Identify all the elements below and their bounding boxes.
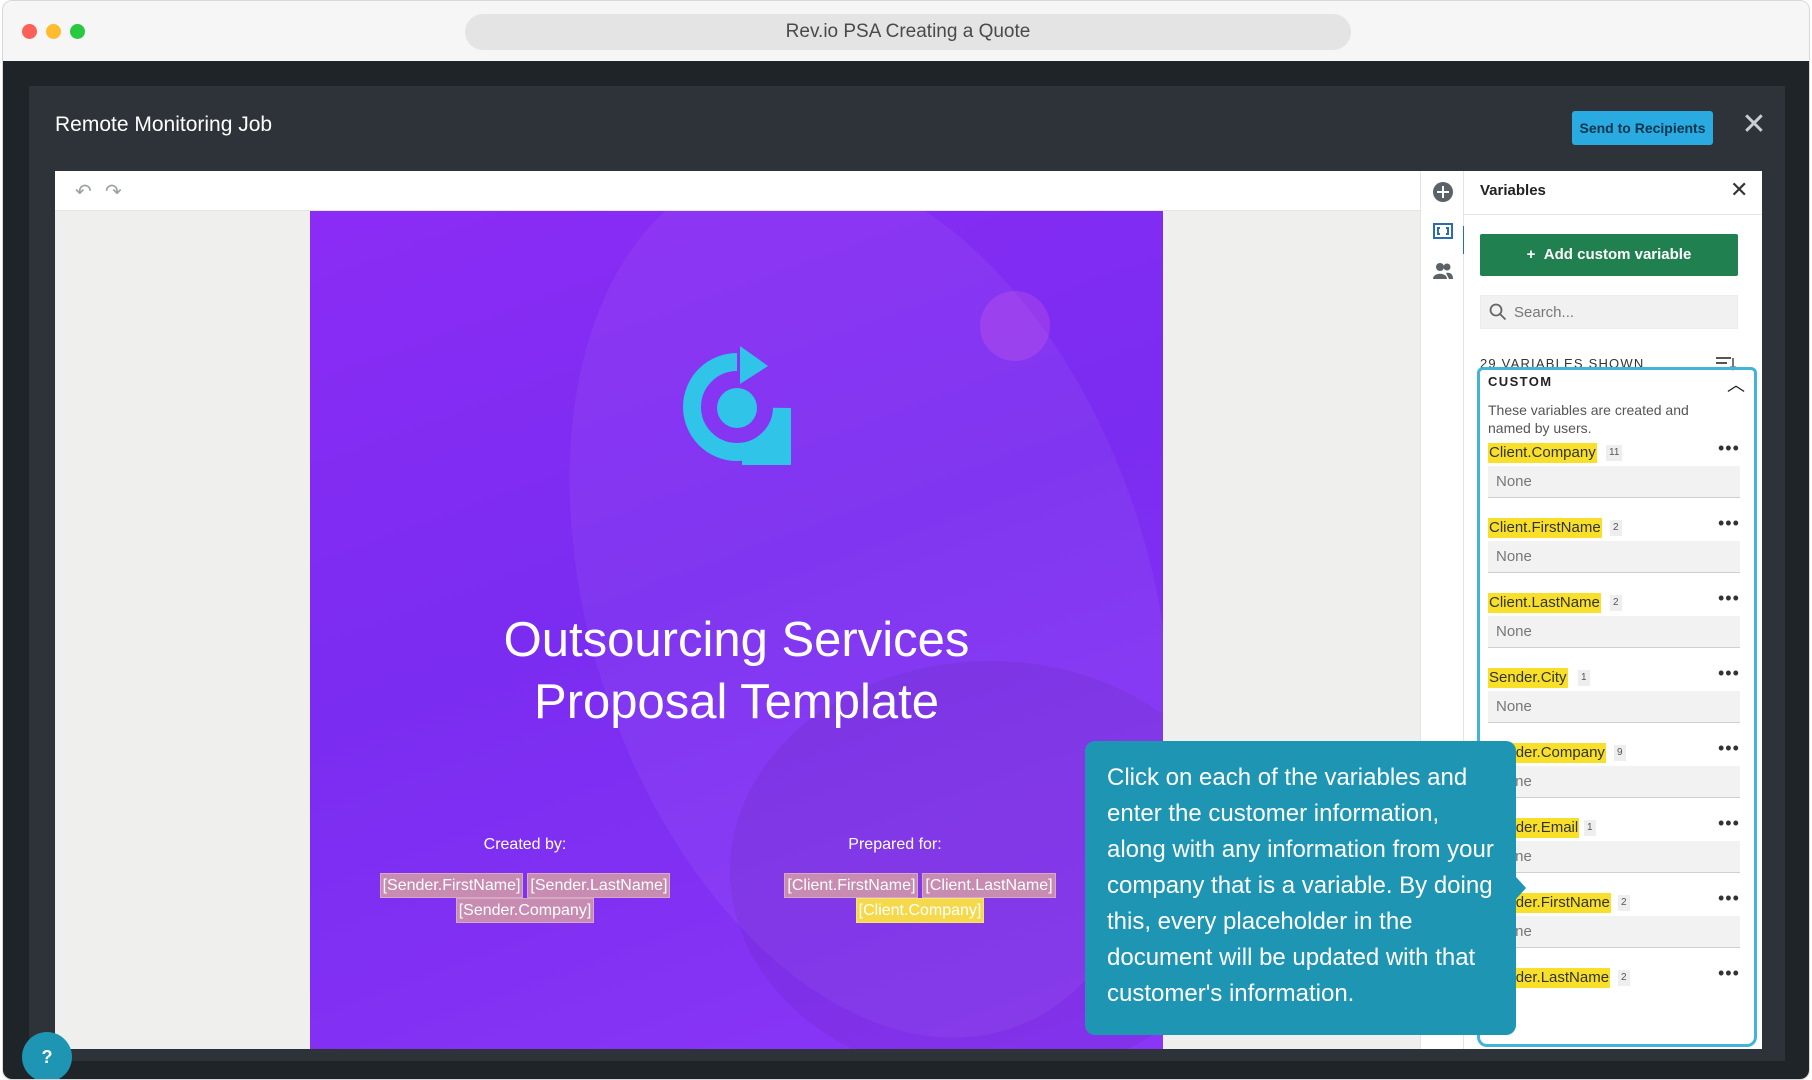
more-options-icon[interactable]: ••• — [1718, 438, 1740, 459]
page-decoration — [980, 291, 1050, 361]
variable-usage-count: 1 — [1578, 670, 1590, 686]
variable-name[interactable]: Client.LastName — [1488, 593, 1601, 613]
modal-title: Remote Monitoring Job — [55, 113, 273, 136]
search-icon — [1489, 303, 1507, 321]
variables-icon[interactable] — [1432, 220, 1454, 242]
variable-usage-count: 11 — [1606, 445, 1623, 461]
client-company-placeholder[interactable]: [Client.Company] — [855, 898, 985, 923]
sender-lastname-placeholder[interactable]: [Sender.LastName] — [527, 873, 671, 898]
custom-section-highlight — [1477, 927, 1757, 1047]
tooltip-arrow — [1516, 877, 1526, 899]
custom-section-title: CUSTOM — [1488, 374, 1553, 389]
variable-item: Sender.Company 9 ••• None — [1488, 738, 1746, 808]
sender-company-placeholder[interactable]: [Sender.Company] — [455, 898, 595, 923]
client-lastname-placeholder[interactable]: [Client.LastName] — [922, 873, 1056, 898]
variable-item: Client.FirstName 2 ••• None — [1488, 513, 1746, 583]
more-options-icon[interactable]: ••• — [1718, 513, 1740, 534]
add-circle-icon[interactable] — [1432, 181, 1454, 203]
variable-usage-count: 9 — [1614, 745, 1626, 761]
more-options-icon[interactable]: ••• — [1718, 738, 1740, 759]
panel-title: Variables — [1480, 182, 1546, 199]
variable-usage-count: 1 — [1584, 820, 1596, 836]
created-by-label: Created by: — [483, 836, 567, 853]
variable-item: Client.LastName 2 ••• None — [1488, 588, 1746, 658]
variable-value-input[interactable]: None — [1488, 466, 1740, 498]
panel-header: Variables ✕ — [1464, 171, 1762, 215]
more-options-icon[interactable]: ••• — [1718, 813, 1740, 834]
add-custom-variable-label: Add custom variable — [1543, 246, 1692, 263]
add-custom-variable-button[interactable]: + Add custom variable — [1480, 234, 1738, 276]
variable-value-input[interactable]: None — [1488, 541, 1740, 573]
variable-usage-count: 2 — [1610, 595, 1622, 611]
custom-section-description: These variables are created and named by… — [1488, 402, 1689, 436]
variable-usage-count: 2 — [1618, 895, 1630, 911]
guide-tooltip: Click on each of the variables and enter… — [1085, 741, 1516, 1035]
variable-value-input[interactable]: None — [1488, 616, 1740, 648]
variable-value-input[interactable]: None — [1488, 841, 1740, 873]
address-bar[interactable]: Rev.io PSA Creating a Quote — [465, 14, 1351, 50]
sender-firstname-placeholder[interactable]: [Sender.FirstName] — [379, 873, 524, 898]
variable-value-input[interactable]: None — [1488, 691, 1740, 723]
variable-value-input[interactable]: None — [1488, 766, 1740, 798]
close-window-button[interactable] — [22, 24, 37, 39]
recipients-icon[interactable] — [1432, 260, 1454, 282]
browser-titlebar: Rev.io PSA Creating a Quote — [3, 1, 1809, 61]
quote-editor-modal: Remote Monitoring Job Send to Recipients… — [29, 86, 1785, 1061]
document-title: Outsourcing Services Proposal Template — [370, 609, 1103, 733]
app-background: Remote Monitoring Job Send to Recipients… — [3, 61, 1809, 1079]
undo-icon[interactable]: ↶ — [75, 179, 92, 204]
editor-area: ↶ ↷ Outsourcing Services Proposal Templa… — [55, 171, 1762, 1049]
close-icon[interactable]: ✕ — [1739, 110, 1769, 140]
close-icon[interactable]: ✕ — [1730, 177, 1748, 203]
client-tags: [Client.FirstName] [Client.LastName] [Cli… — [750, 873, 1090, 923]
variable-name[interactable]: Sender.City — [1488, 668, 1568, 688]
variable-search-input[interactable]: Search... — [1480, 295, 1738, 329]
send-to-recipients-button[interactable]: Send to Recipients — [1572, 111, 1713, 145]
variable-name[interactable]: Client.Company — [1488, 443, 1597, 463]
revio-logo-icon — [683, 346, 791, 465]
plus-icon: + — [1526, 246, 1544, 263]
chevron-up-icon[interactable]: ︿ — [1727, 371, 1745, 397]
more-options-icon[interactable]: ••• — [1718, 888, 1740, 909]
more-options-icon[interactable]: ••• — [1718, 588, 1740, 609]
document-title-line: Outsourcing Services — [503, 613, 970, 667]
redo-icon[interactable]: ↷ — [105, 179, 122, 204]
document-title-line: Proposal Template — [534, 675, 939, 729]
maximize-window-button[interactable] — [70, 24, 85, 39]
browser-window: Rev.io PSA Creating a Quote Remote Monit… — [2, 0, 1810, 1080]
variable-usage-count: 2 — [1610, 520, 1622, 536]
sender-tags: [Sender.FirstName] [Sender.LastName] [Sen… — [355, 873, 695, 923]
search-placeholder: Search... — [1514, 304, 1575, 321]
help-button[interactable]: ? — [22, 1032, 72, 1079]
editor-toolbar: ↶ ↷ — [55, 171, 1420, 211]
minimize-window-button[interactable] — [46, 24, 61, 39]
document-page[interactable]: Outsourcing Services Proposal Template C… — [310, 211, 1163, 1049]
variable-item: Sender.Email 1 ••• None — [1488, 813, 1746, 883]
variable-name[interactable]: Client.FirstName — [1488, 518, 1602, 538]
more-options-icon[interactable]: ••• — [1718, 663, 1740, 684]
variable-item: Client.Company 11 ••• None — [1488, 438, 1746, 508]
variable-item: Sender.City 1 ••• None — [1488, 663, 1746, 733]
client-firstname-placeholder[interactable]: [Client.FirstName] — [784, 873, 919, 898]
prepared-for-label: Prepared for: — [848, 836, 942, 853]
